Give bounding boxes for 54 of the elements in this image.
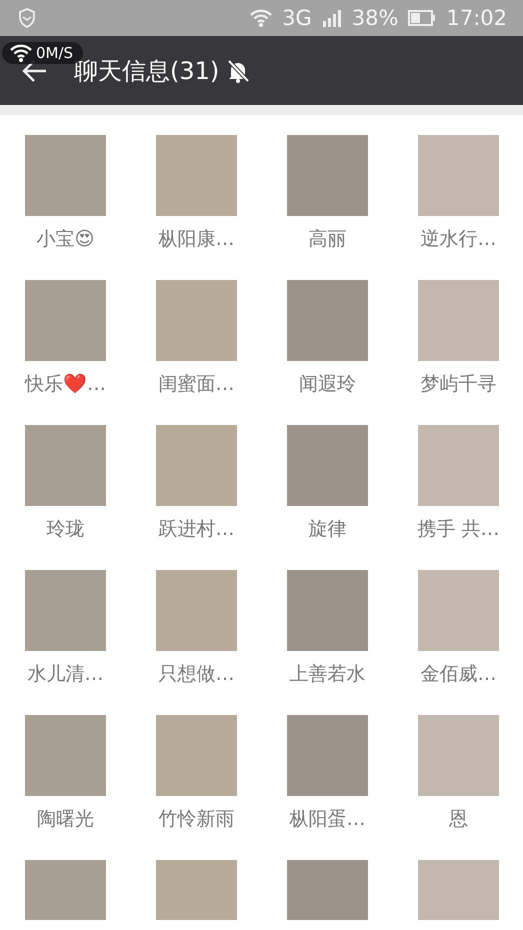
avatar-photo-placeholder[interactable] (418, 425, 499, 506)
avatar-photo-placeholder[interactable] (156, 570, 237, 651)
member-name: 枞阳康… (158, 227, 234, 252)
member-name: 携手 共… (417, 517, 500, 542)
member-name: 闻遐玲 (299, 372, 356, 397)
member-name: 水儿清… (28, 662, 104, 687)
avatar-photo-placeholder[interactable] (287, 715, 368, 796)
avatar-photo-placeholder[interactable] (287, 280, 368, 361)
member-name: 恩 (449, 807, 468, 832)
avatar-photo-placeholder[interactable] (156, 280, 237, 361)
member-name: 竹怜新雨 (158, 807, 234, 832)
member-name: 梦屿千寻 (420, 372, 496, 397)
network-speed: 0M/S (36, 44, 74, 62)
shield-icon (18, 8, 36, 28)
member-name: 逆水行… (420, 227, 496, 252)
clock-time: 17:02 (446, 6, 507, 30)
avatar-photo-placeholder[interactable] (25, 860, 106, 920)
avatar-photo-placeholder[interactable] (287, 425, 368, 506)
window-title: 聊天信息(31) (74, 56, 220, 86)
avatar-photo-placeholder[interactable] (156, 860, 237, 920)
avatar-photo-placeholder[interactable] (418, 715, 499, 796)
member-name: 跃进村… (158, 517, 234, 542)
avatar-photo-placeholder[interactable] (25, 425, 106, 506)
wifi-icon (10, 44, 32, 62)
member-name: 高丽 (308, 227, 346, 252)
member-name: 旋律 (308, 517, 346, 542)
avatar-photo-placeholder[interactable] (418, 280, 499, 361)
member-name: 闺蜜面… (158, 372, 234, 397)
avatar-photo-placeholder[interactable] (287, 135, 368, 216)
member-name: 玲珑 (46, 517, 84, 542)
network-type: 3G (282, 6, 312, 30)
member-name: 上善若水 (290, 662, 366, 687)
avatar-photo-placeholder[interactable] (418, 860, 499, 920)
battery-percent: 38% (352, 6, 398, 30)
wifi-icon (250, 9, 272, 27)
avatar-photo-placeholder[interactable] (287, 860, 368, 920)
avatar-photo-placeholder[interactable] (156, 425, 237, 506)
member-name: 小宝😍 (36, 227, 94, 252)
member-name: 金佰威… (420, 662, 496, 687)
avatar-photo-placeholder[interactable] (156, 715, 237, 796)
avatar-photo-placeholder[interactable] (287, 570, 368, 651)
member-name: 枞阳蛋… (290, 807, 366, 832)
avatar-photo-placeholder[interactable] (156, 135, 237, 216)
avatar-photo-placeholder[interactable] (25, 135, 106, 216)
avatar-photo-placeholder[interactable] (25, 715, 106, 796)
avatar-photo-placeholder[interactable] (25, 570, 106, 651)
member-name: 只想做… (158, 662, 234, 687)
member-name: 快乐❤… (25, 372, 106, 397)
battery-icon (408, 10, 436, 26)
avatar-photo-placeholder[interactable] (418, 135, 499, 216)
avatar-photo-placeholder[interactable] (25, 280, 106, 361)
signal-icon (322, 9, 342, 27)
member-name: 陶曙光 (37, 807, 94, 832)
avatar-photo-placeholder[interactable] (418, 570, 499, 651)
